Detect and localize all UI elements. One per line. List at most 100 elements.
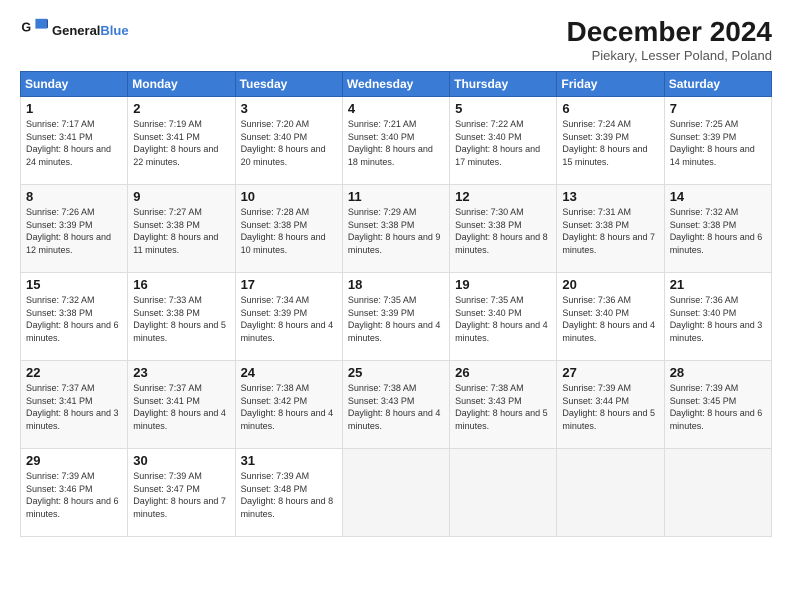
day-info: Sunrise: 7:39 AM Sunset: 3:47 PM Dayligh… (133, 470, 229, 520)
table-row: 30 Sunrise: 7:39 AM Sunset: 3:47 PM Dayl… (128, 449, 235, 537)
day-info: Sunrise: 7:32 AM Sunset: 3:38 PM Dayligh… (26, 294, 122, 344)
day-number: 26 (455, 365, 551, 380)
table-row: 19 Sunrise: 7:35 AM Sunset: 3:40 PM Dayl… (450, 273, 557, 361)
day-number: 8 (26, 189, 122, 204)
table-row: 11 Sunrise: 7:29 AM Sunset: 3:38 PM Dayl… (342, 185, 449, 273)
day-info: Sunrise: 7:39 AM Sunset: 3:45 PM Dayligh… (670, 382, 766, 432)
day-info: Sunrise: 7:28 AM Sunset: 3:38 PM Dayligh… (241, 206, 337, 256)
day-info: Sunrise: 7:32 AM Sunset: 3:38 PM Dayligh… (670, 206, 766, 256)
table-row: 26 Sunrise: 7:38 AM Sunset: 3:43 PM Dayl… (450, 361, 557, 449)
day-number: 18 (348, 277, 444, 292)
day-number: 27 (562, 365, 658, 380)
day-number: 10 (241, 189, 337, 204)
col-monday: Monday (128, 72, 235, 97)
header: G GeneralBlue December 2024 Piekary, Les… (20, 16, 772, 63)
day-number: 13 (562, 189, 658, 204)
day-info: Sunrise: 7:39 AM Sunset: 3:44 PM Dayligh… (562, 382, 658, 432)
day-info: Sunrise: 7:24 AM Sunset: 3:39 PM Dayligh… (562, 118, 658, 168)
calendar: Sunday Monday Tuesday Wednesday Thursday… (20, 71, 772, 537)
day-number: 19 (455, 277, 551, 292)
day-info: Sunrise: 7:27 AM Sunset: 3:38 PM Dayligh… (133, 206, 229, 256)
table-row: 6 Sunrise: 7:24 AM Sunset: 3:39 PM Dayli… (557, 97, 664, 185)
day-info: Sunrise: 7:38 AM Sunset: 3:43 PM Dayligh… (455, 382, 551, 432)
day-info: Sunrise: 7:39 AM Sunset: 3:46 PM Dayligh… (26, 470, 122, 520)
day-info: Sunrise: 7:22 AM Sunset: 3:40 PM Dayligh… (455, 118, 551, 168)
table-row: 14 Sunrise: 7:32 AM Sunset: 3:38 PM Dayl… (664, 185, 771, 273)
col-tuesday: Tuesday (235, 72, 342, 97)
table-row: 18 Sunrise: 7:35 AM Sunset: 3:39 PM Dayl… (342, 273, 449, 361)
day-number: 21 (670, 277, 766, 292)
day-info: Sunrise: 7:34 AM Sunset: 3:39 PM Dayligh… (241, 294, 337, 344)
table-row: 24 Sunrise: 7:38 AM Sunset: 3:42 PM Dayl… (235, 361, 342, 449)
col-sunday: Sunday (21, 72, 128, 97)
table-row: 29 Sunrise: 7:39 AM Sunset: 3:46 PM Dayl… (21, 449, 128, 537)
table-row: 12 Sunrise: 7:30 AM Sunset: 3:38 PM Dayl… (450, 185, 557, 273)
day-number: 24 (241, 365, 337, 380)
table-row (557, 449, 664, 537)
day-info: Sunrise: 7:35 AM Sunset: 3:40 PM Dayligh… (455, 294, 551, 344)
day-info: Sunrise: 7:38 AM Sunset: 3:43 PM Dayligh… (348, 382, 444, 432)
table-row: 15 Sunrise: 7:32 AM Sunset: 3:38 PM Dayl… (21, 273, 128, 361)
table-row: 25 Sunrise: 7:38 AM Sunset: 3:43 PM Dayl… (342, 361, 449, 449)
day-number: 30 (133, 453, 229, 468)
table-row: 1 Sunrise: 7:17 AM Sunset: 3:41 PM Dayli… (21, 97, 128, 185)
day-info: Sunrise: 7:21 AM Sunset: 3:40 PM Dayligh… (348, 118, 444, 168)
table-row: 3 Sunrise: 7:20 AM Sunset: 3:40 PM Dayli… (235, 97, 342, 185)
day-info: Sunrise: 7:36 AM Sunset: 3:40 PM Dayligh… (670, 294, 766, 344)
col-saturday: Saturday (664, 72, 771, 97)
calendar-header-row: Sunday Monday Tuesday Wednesday Thursday… (21, 72, 772, 97)
day-number: 7 (670, 101, 766, 116)
day-number: 6 (562, 101, 658, 116)
logo-text: GeneralBlue (52, 23, 129, 38)
logo: G GeneralBlue (20, 16, 129, 44)
day-info: Sunrise: 7:30 AM Sunset: 3:38 PM Dayligh… (455, 206, 551, 256)
day-info: Sunrise: 7:35 AM Sunset: 3:39 PM Dayligh… (348, 294, 444, 344)
calendar-week-row: 8 Sunrise: 7:26 AM Sunset: 3:39 PM Dayli… (21, 185, 772, 273)
table-row: 2 Sunrise: 7:19 AM Sunset: 3:41 PM Dayli… (128, 97, 235, 185)
table-row: 5 Sunrise: 7:22 AM Sunset: 3:40 PM Dayli… (450, 97, 557, 185)
day-number: 14 (670, 189, 766, 204)
day-number: 12 (455, 189, 551, 204)
day-number: 25 (348, 365, 444, 380)
day-number: 3 (241, 101, 337, 116)
subtitle: Piekary, Lesser Poland, Poland (567, 48, 772, 63)
day-info: Sunrise: 7:26 AM Sunset: 3:39 PM Dayligh… (26, 206, 122, 256)
table-row: 17 Sunrise: 7:34 AM Sunset: 3:39 PM Dayl… (235, 273, 342, 361)
table-row: 8 Sunrise: 7:26 AM Sunset: 3:39 PM Dayli… (21, 185, 128, 273)
day-info: Sunrise: 7:19 AM Sunset: 3:41 PM Dayligh… (133, 118, 229, 168)
day-number: 20 (562, 277, 658, 292)
table-row (450, 449, 557, 537)
day-info: Sunrise: 7:29 AM Sunset: 3:38 PM Dayligh… (348, 206, 444, 256)
table-row: 7 Sunrise: 7:25 AM Sunset: 3:39 PM Dayli… (664, 97, 771, 185)
day-number: 17 (241, 277, 337, 292)
table-row: 10 Sunrise: 7:28 AM Sunset: 3:38 PM Dayl… (235, 185, 342, 273)
col-friday: Friday (557, 72, 664, 97)
day-number: 23 (133, 365, 229, 380)
day-number: 28 (670, 365, 766, 380)
table-row: 21 Sunrise: 7:36 AM Sunset: 3:40 PM Dayl… (664, 273, 771, 361)
table-row (664, 449, 771, 537)
day-number: 31 (241, 453, 337, 468)
table-row: 4 Sunrise: 7:21 AM Sunset: 3:40 PM Dayli… (342, 97, 449, 185)
table-row: 31 Sunrise: 7:39 AM Sunset: 3:48 PM Dayl… (235, 449, 342, 537)
table-row: 28 Sunrise: 7:39 AM Sunset: 3:45 PM Dayl… (664, 361, 771, 449)
main-title: December 2024 (567, 16, 772, 48)
col-thursday: Thursday (450, 72, 557, 97)
day-number: 4 (348, 101, 444, 116)
day-info: Sunrise: 7:31 AM Sunset: 3:38 PM Dayligh… (562, 206, 658, 256)
day-number: 16 (133, 277, 229, 292)
table-row: 27 Sunrise: 7:39 AM Sunset: 3:44 PM Dayl… (557, 361, 664, 449)
table-row: 13 Sunrise: 7:31 AM Sunset: 3:38 PM Dayl… (557, 185, 664, 273)
day-number: 9 (133, 189, 229, 204)
table-row: 20 Sunrise: 7:36 AM Sunset: 3:40 PM Dayl… (557, 273, 664, 361)
title-block: December 2024 Piekary, Lesser Poland, Po… (567, 16, 772, 63)
day-number: 2 (133, 101, 229, 116)
day-info: Sunrise: 7:38 AM Sunset: 3:42 PM Dayligh… (241, 382, 337, 432)
day-info: Sunrise: 7:25 AM Sunset: 3:39 PM Dayligh… (670, 118, 766, 168)
table-row: 16 Sunrise: 7:33 AM Sunset: 3:38 PM Dayl… (128, 273, 235, 361)
table-row: 9 Sunrise: 7:27 AM Sunset: 3:38 PM Dayli… (128, 185, 235, 273)
day-info: Sunrise: 7:33 AM Sunset: 3:38 PM Dayligh… (133, 294, 229, 344)
col-wednesday: Wednesday (342, 72, 449, 97)
calendar-week-row: 22 Sunrise: 7:37 AM Sunset: 3:41 PM Dayl… (21, 361, 772, 449)
day-number: 5 (455, 101, 551, 116)
